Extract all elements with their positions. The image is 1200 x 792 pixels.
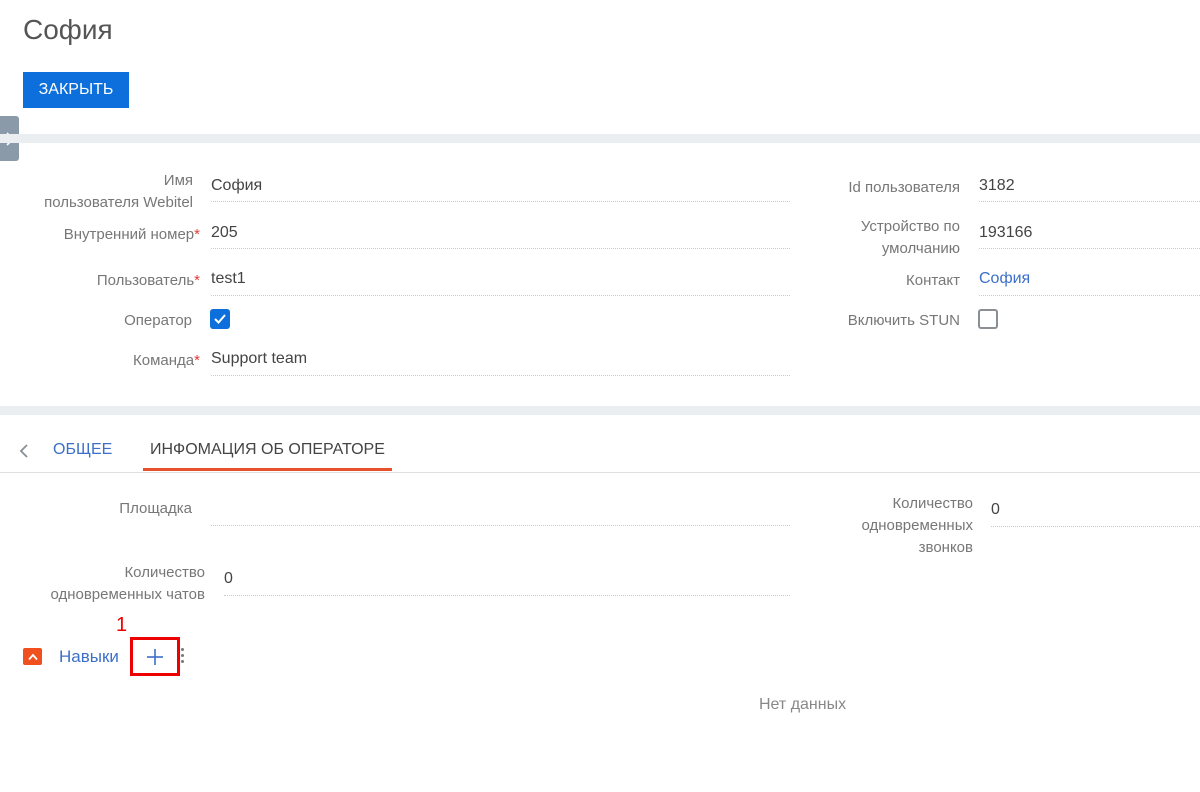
active-tab-indicator bbox=[143, 468, 392, 471]
default-device-value[interactable]: 193166 bbox=[979, 222, 1032, 244]
webitel-user-value[interactable]: София bbox=[211, 175, 262, 197]
field-underline bbox=[991, 526, 1200, 527]
field-underline bbox=[979, 295, 1200, 296]
tabs-scroll-left[interactable] bbox=[19, 443, 29, 464]
field-label-concurrent-calls: Количество одновременных звонков bbox=[861, 495, 973, 556]
field-label-default-device: Устройство по умолчанию bbox=[860, 218, 960, 257]
field-label-contact: Контакт bbox=[905, 272, 960, 289]
field-label-user-id: Id пользователя bbox=[848, 179, 960, 196]
field-underline bbox=[211, 375, 790, 376]
field-label-user: Пользователь* bbox=[96, 272, 200, 289]
empty-state-text: Нет данных bbox=[759, 696, 847, 713]
extension-value[interactable]: 205 bbox=[211, 222, 238, 244]
field-underline bbox=[211, 295, 790, 296]
field-underline bbox=[211, 201, 790, 202]
user-value[interactable]: test1 bbox=[211, 268, 246, 290]
annotation-number: 1 bbox=[116, 614, 128, 636]
section-divider bbox=[0, 406, 1200, 415]
more-vertical-icon[interactable] bbox=[181, 648, 184, 663]
field-underline bbox=[211, 248, 790, 249]
page-title: София bbox=[23, 14, 113, 45]
field-underline bbox=[979, 201, 1200, 202]
field-label-webitel-user: Имя пользователя Webitel bbox=[44, 172, 193, 211]
stun-checkbox[interactable] bbox=[978, 309, 998, 329]
field-underline bbox=[224, 595, 790, 596]
field-underline bbox=[211, 525, 790, 526]
team-value[interactable]: Support team bbox=[211, 348, 307, 370]
tab-general[interactable]: ОБЩЕЕ bbox=[53, 440, 112, 460]
chevron-up-icon bbox=[27, 653, 38, 660]
field-label-team: Команда* bbox=[133, 352, 200, 369]
field-label-site: Площадка bbox=[119, 500, 192, 517]
checkmark-icon bbox=[214, 314, 226, 324]
field-label-concurrent-chats: Количество одновременных чатов bbox=[50, 564, 205, 603]
user-id-value: 3182 bbox=[979, 177, 1015, 194]
tab-operator-info[interactable]: ИНФОМАЦИЯ ОБ ОПЕРАТОРЕ bbox=[150, 440, 385, 460]
concurrent-calls-value[interactable]: 0 bbox=[991, 499, 1000, 521]
field-label-stun: Включить STUN bbox=[847, 312, 960, 329]
chevron-left-icon bbox=[19, 444, 28, 458]
contact-link[interactable]: София bbox=[979, 268, 1030, 290]
add-skill-button[interactable] bbox=[130, 637, 180, 676]
concurrent-chats-value[interactable]: 0 bbox=[224, 568, 233, 590]
field-label-extension: Внутренний номер* bbox=[63, 226, 200, 243]
close-button[interactable]: ЗАКРЫТЬ bbox=[23, 72, 129, 108]
skills-title[interactable]: Навыки bbox=[59, 646, 119, 668]
field-label-operator: Оператор bbox=[124, 312, 192, 329]
plus-icon bbox=[147, 648, 163, 665]
operator-checkbox[interactable] bbox=[210, 309, 230, 329]
field-underline bbox=[979, 248, 1200, 249]
collapse-toggle[interactable] bbox=[23, 648, 42, 665]
section-divider bbox=[0, 134, 1200, 143]
tabs-bottom-line bbox=[0, 472, 1200, 473]
